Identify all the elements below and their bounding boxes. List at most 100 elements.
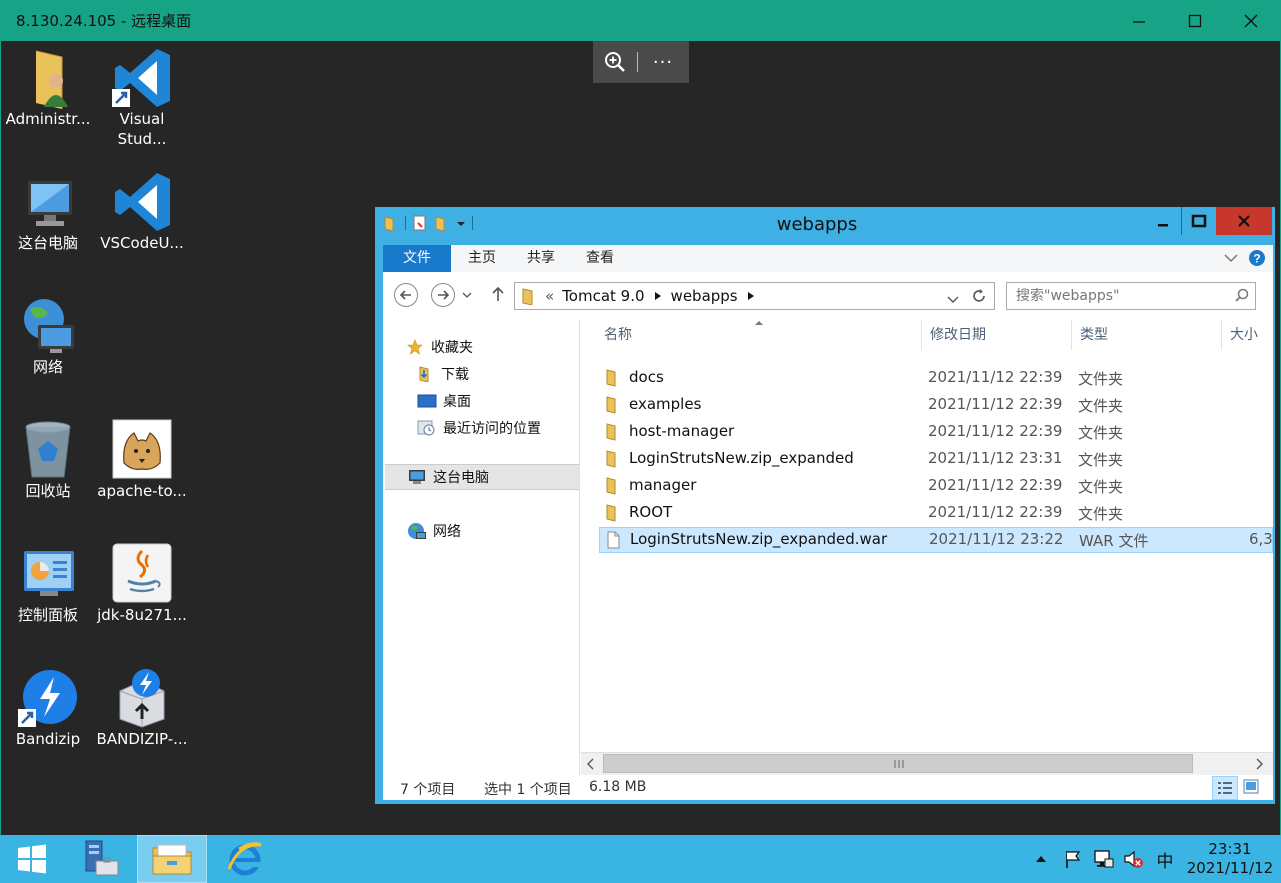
taskbar-file-explorer[interactable]	[137, 835, 207, 883]
file-row-docs[interactable]: docs 2021/11/12 22:39 文件夹	[599, 366, 1273, 390]
input-method-indicator[interactable]: 中	[1152, 835, 1178, 883]
nav-network[interactable]: 网络	[407, 518, 461, 544]
breadcrumb-webapps[interactable]: webapps	[671, 287, 738, 305]
taskbar-internet-explorer[interactable]	[211, 835, 279, 883]
breadcrumb-tomcat[interactable]: Tomcat 9.0	[562, 287, 644, 305]
details-view-button[interactable]	[1212, 776, 1238, 800]
more-options-button[interactable]: ···	[638, 41, 688, 83]
window-maximize-button[interactable]	[1181, 207, 1217, 235]
recent-places-icon	[417, 420, 435, 436]
up-button[interactable]	[491, 286, 505, 306]
desktop-icon-network[interactable]: 网络	[2, 295, 94, 377]
chevron-right-icon	[1256, 758, 1263, 770]
minimize-button[interactable]	[1114, 0, 1164, 41]
breadcrumb-overflow[interactable]: «	[545, 287, 554, 305]
action-center-button[interactable]	[1061, 835, 1085, 883]
tab-file[interactable]: 文件	[383, 245, 451, 272]
explorer-content: « Tomcat 9.0 webapps 搜索"webapps" 收藏夹 下载 …	[383, 272, 1273, 800]
desktop-icon-apache-tomcat[interactable]: apache-to...	[96, 419, 188, 501]
file-row-examples[interactable]: examples 2021/11/12 22:39 文件夹	[599, 393, 1273, 417]
search-button[interactable]	[1235, 288, 1249, 306]
nav-this-pc[interactable]: 这台电脑	[385, 464, 579, 490]
recent-locations-button[interactable]	[462, 288, 472, 304]
scroll-thumb[interactable]	[603, 754, 1193, 773]
desktop-icon	[417, 394, 437, 408]
start-button[interactable]	[0, 835, 64, 883]
explorer-window: webapps 文件 主页 共享 查看 ? « Tomcat 9.0 webap…	[375, 207, 1275, 804]
column-header-date[interactable]: 修改日期	[922, 320, 1072, 350]
show-hidden-icons-button[interactable]	[1031, 835, 1051, 883]
file-icon	[607, 531, 620, 549]
taskbar: 中 23:31 2021/11/12	[0, 835, 1281, 883]
search-input[interactable]: 搜索"webapps"	[1006, 282, 1256, 310]
desktop-icon-recycle-bin[interactable]: 回收站	[2, 419, 94, 501]
window-title: webapps	[776, 214, 858, 235]
nav-favorites[interactable]: 收藏夹	[407, 334, 473, 360]
chevron-left-icon	[587, 758, 594, 770]
column-header-size[interactable]: 大小	[1222, 320, 1273, 350]
zoom-button[interactable]	[593, 41, 637, 83]
help-icon: ?	[1249, 250, 1265, 266]
file-row-loginstrutsnew-expanded[interactable]: LoginStrutsNew.zip_expanded 2021/11/12 2…	[599, 447, 1273, 471]
desktop-icon-control-panel[interactable]: 控制面板	[2, 543, 94, 625]
user-folder-icon	[18, 47, 78, 109]
desktop-icon-this-pc[interactable]: 这台电脑	[2, 171, 94, 253]
large-icons-view-button[interactable]	[1243, 779, 1259, 799]
desktop-icon-jdk-installer[interactable]: jdk-8u271...	[96, 543, 188, 625]
clock-time: 23:31	[1208, 840, 1252, 858]
desktop-icon-administrator[interactable]: Administr...	[2, 47, 94, 129]
vscode-icon	[112, 47, 172, 107]
chevron-right-icon[interactable]	[651, 290, 665, 302]
clock-date: 2021/11/12	[1186, 859, 1274, 877]
address-history-button[interactable]	[947, 291, 959, 309]
sort-ascending-icon	[755, 321, 763, 325]
folder-icon	[606, 477, 616, 495]
column-header-type[interactable]: 类型	[1072, 320, 1222, 350]
window-close-button[interactable]	[1216, 207, 1272, 235]
refresh-button[interactable]	[971, 288, 987, 308]
scroll-right-button[interactable]	[1255, 758, 1265, 774]
horizontal-scrollbar[interactable]	[581, 752, 1273, 775]
star-icon	[407, 339, 423, 355]
file-row-war[interactable]: LoginStrutsNew.zip_expanded.war 2021/11/…	[599, 527, 1273, 553]
taskbar-clock[interactable]: 23:31 2021/11/12	[1184, 840, 1276, 878]
computer-icon	[18, 171, 78, 231]
expand-ribbon-button[interactable]	[1223, 249, 1239, 269]
recycle-bin-icon	[18, 419, 78, 479]
window-minimize-button[interactable]	[1146, 207, 1180, 235]
desktop-icon-bandizip-installer[interactable]: BANDIZIP-...	[96, 667, 188, 749]
scroll-left-button[interactable]	[585, 758, 595, 774]
column-header-name[interactable]: 名称	[596, 320, 922, 350]
tab-home[interactable]: 主页	[453, 245, 511, 272]
chevron-right-icon[interactable]	[744, 290, 758, 302]
tab-share[interactable]: 共享	[512, 245, 570, 272]
maximize-button[interactable]	[1170, 0, 1220, 41]
folder-icon	[606, 396, 616, 414]
forward-button[interactable]	[431, 283, 455, 307]
close-icon	[1238, 215, 1250, 227]
network-status-button[interactable]	[1090, 835, 1116, 883]
file-explorer-icon	[152, 844, 192, 875]
nav-desktop[interactable]: 桌面	[417, 388, 471, 414]
nav-recent-places[interactable]: 最近访问的位置	[417, 415, 541, 441]
desktop-icon-bandizip[interactable]: Bandizip	[2, 667, 94, 749]
volume-button[interactable]	[1120, 835, 1146, 883]
maximize-icon	[1188, 14, 1202, 27]
file-row-root[interactable]: ROOT 2021/11/12 22:39 文件夹	[599, 501, 1273, 525]
desktop-icon-vscode-user[interactable]: VSCodeU...	[96, 171, 188, 253]
close-button[interactable]	[1226, 0, 1276, 41]
file-row-manager[interactable]: manager 2021/11/12 22:39 文件夹	[599, 474, 1273, 498]
desktop-icon-visual-studio-code[interactable]: Visual Stud...	[96, 47, 188, 149]
help-button[interactable]: ?	[1248, 249, 1266, 271]
taskbar-server-manager[interactable]	[66, 835, 134, 883]
refresh-icon	[973, 289, 985, 302]
tab-view[interactable]: 查看	[571, 245, 629, 272]
back-button[interactable]	[394, 283, 418, 307]
network-status-icon	[1094, 850, 1114, 868]
status-selected: 选中 1 个项目	[484, 782, 572, 798]
vscode-icon	[112, 171, 172, 231]
address-bar[interactable]: « Tomcat 9.0 webapps	[514, 282, 995, 310]
network-globe-icon	[408, 523, 426, 539]
file-row-host-manager[interactable]: host-manager 2021/11/12 22:39 文件夹	[599, 420, 1273, 444]
nav-downloads[interactable]: 下载	[417, 361, 469, 387]
